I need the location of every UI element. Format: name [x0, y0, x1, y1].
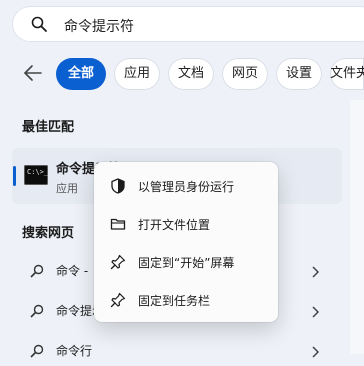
web-search-heading: 搜索网页: [22, 226, 75, 241]
chevron-right-icon: [312, 266, 320, 278]
menu-item-label: 打开文件位置: [138, 218, 211, 232]
shield-icon: [111, 178, 125, 194]
command-prompt-icon: C:\>_: [24, 165, 48, 185]
chevron-right-icon: [312, 306, 320, 318]
search-icon: [30, 304, 44, 318]
web-result-item[interactable]: 命令行: [22, 338, 332, 366]
menu-item-label: 固定到任务栏: [138, 294, 211, 308]
search-icon: [30, 344, 44, 358]
web-result-label: 命令行: [56, 344, 93, 358]
menu-item-label: 以管理员身份运行: [138, 180, 235, 194]
best-match-heading: 最佳匹配: [22, 120, 75, 135]
preview-pane-edge: [350, 100, 364, 354]
search-icon: [31, 16, 47, 32]
search-icon: [30, 264, 44, 278]
selection-indicator: [13, 166, 16, 186]
pin-icon: [110, 254, 126, 270]
search-box[interactable]: 命令提示符: [12, 6, 364, 42]
tab-all[interactable]: 全部: [56, 58, 106, 90]
context-menu: 以管理员身份运行 打开文件位置 固定到“开始”屏幕 固定到任务栏: [94, 162, 278, 322]
menu-item-pin-to-start[interactable]: 固定到“开始”屏幕: [94, 244, 278, 280]
tab-web[interactable]: 网页: [222, 58, 268, 90]
folder-icon: [110, 218, 126, 230]
menu-item-run-as-admin[interactable]: 以管理员身份运行: [94, 168, 278, 204]
web-result-label: 命令 -: [56, 264, 89, 278]
tab-apps[interactable]: 应用: [114, 58, 160, 90]
tab-settings[interactable]: 设置: [276, 58, 322, 90]
tab-folders[interactable]: 文件夹: [330, 58, 364, 90]
chevron-right-icon: [312, 346, 320, 358]
menu-item-open-file-location[interactable]: 打开文件位置: [94, 206, 278, 242]
search-input-value[interactable]: 命令提示符: [64, 16, 134, 36]
pin-icon: [110, 292, 126, 308]
menu-item-pin-to-taskbar[interactable]: 固定到任务栏: [94, 282, 278, 318]
menu-item-label: 固定到“开始”屏幕: [138, 256, 235, 270]
tab-documents[interactable]: 文档: [168, 58, 214, 90]
best-match-type: 应用: [56, 182, 78, 195]
back-arrow-icon[interactable]: [22, 62, 44, 84]
